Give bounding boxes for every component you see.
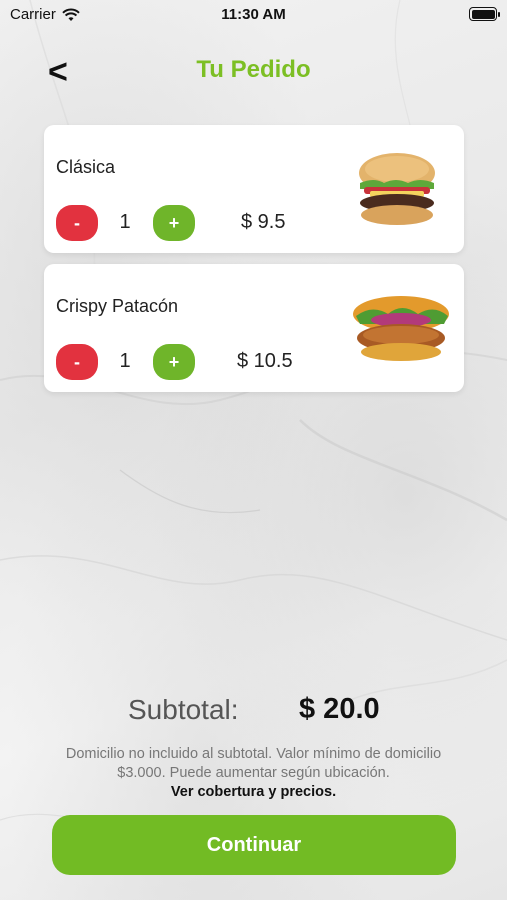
delivery-note: Domicilio no incluido al subtotal. Valor… [65,746,442,781]
subtotal-label: Subtotal: [128,694,239,725]
item-quantity: 1 [119,350,131,372]
status-bar: Carrier 11:30 AM [0,0,507,30]
status-time: 11:30 AM [221,6,286,23]
item-price: $ 9.5 [241,211,286,233]
burger-classic-image [359,153,435,225]
decrease-quantity-button[interactable]: - [56,344,98,380]
order-item-card: Crispy Patacón - 1 + $ 10.5 [44,264,464,392]
increase-quantity-button[interactable]: + [153,344,195,380]
item-name: Crispy Patacón [56,296,179,316]
subtotal-value: $ 20.0 [299,693,380,725]
increase-quantity-button[interactable]: + [153,205,195,241]
battery-icon [469,7,500,21]
item-price: $ 10.5 [237,350,293,372]
coverage-link[interactable]: Ver cobertura y precios. [0,784,507,800]
page-title: Tu Pedido [196,56,311,83]
item-name: Clásica [56,157,116,177]
continue-button[interactable]: Continuar [52,815,456,875]
order-item-card: Clásica - 1 + $ 9.5 [44,125,464,253]
burger-crispy-patacon-image [353,296,449,361]
decrease-quantity-button[interactable]: - [56,205,98,241]
item-quantity: 1 [119,211,131,233]
